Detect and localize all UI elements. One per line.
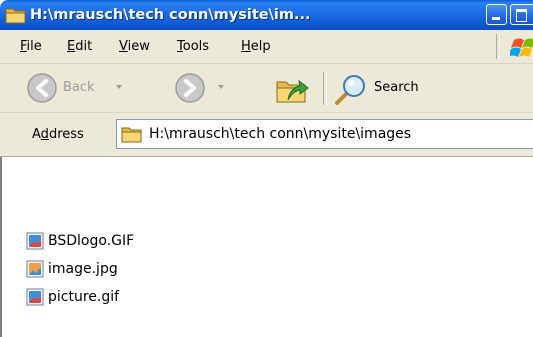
search-icon <box>335 75 365 105</box>
address-label: Address <box>32 113 84 156</box>
forward-button[interactable] <box>170 64 250 112</box>
address-input[interactable]: H:\mrausch\tech conn\mysite\images <box>116 119 533 149</box>
address-label-post: dress <box>48 127 84 142</box>
menu-file[interactable]: File <box>20 30 42 63</box>
gif-file-icon <box>26 288 44 306</box>
file-name: picture.gif <box>48 289 120 305</box>
address-value: H:\mrausch\tech conn\mysite\images <box>149 126 412 142</box>
up-folder-button[interactable] <box>272 64 316 112</box>
up-folder-icon <box>276 79 309 103</box>
folder-icon <box>121 127 142 143</box>
menu-tools[interactable]: Tools <box>177 30 209 63</box>
minimize-button[interactable] <box>486 4 507 25</box>
menu-bar: File Edit View Tools Help <box>0 30 533 64</box>
window-title: H:\mrausch\tech conn\mysite\im... <box>30 7 311 23</box>
address-label-pre: A <box>32 127 41 142</box>
file-name: BSDlogo.GIF <box>48 233 135 249</box>
forward-dropdown-icon <box>218 85 224 89</box>
menu-view-label: iew <box>127 39 150 54</box>
address-label-accel: d <box>40 127 49 142</box>
menu-view-accel: V <box>119 39 128 54</box>
menu-separator <box>496 34 500 59</box>
forward-arrow-icon <box>175 73 205 103</box>
menu-help-label: elp <box>250 39 271 54</box>
back-arrow-icon <box>27 73 57 103</box>
search-button[interactable]: Search <box>334 64 444 112</box>
back-dropdown-icon <box>116 85 122 89</box>
menu-edit-accel: E <box>67 39 76 54</box>
toolbar: Back Search <box>0 64 533 113</box>
menu-edit[interactable]: Edit <box>67 30 92 63</box>
back-button[interactable]: Back <box>20 64 170 112</box>
gif-file-icon <box>26 232 44 250</box>
menu-view[interactable]: View <box>119 30 150 63</box>
menu-file-label: ile <box>26 39 42 54</box>
file-name: image.jpg <box>48 261 118 277</box>
address-bar: Address H:\mrausch\tech conn\mysite\imag… <box>0 113 533 157</box>
toolbar-separator <box>323 72 327 105</box>
menu-help[interactable]: Help <box>241 30 271 63</box>
pane-border <box>0 157 2 337</box>
windows-logo-icon <box>510 38 533 57</box>
title-bar[interactable]: H:\mrausch\tech conn\mysite\im... <box>0 0 533 30</box>
back-label: Back <box>63 80 95 95</box>
search-label: Search <box>374 80 419 95</box>
folder-icon <box>5 8 26 24</box>
jpg-file-icon <box>26 260 44 278</box>
menu-help-accel: H <box>241 39 251 54</box>
menu-tools-label: ools <box>182 39 210 54</box>
menu-edit-label: dit <box>75 39 93 54</box>
maximize-button[interactable] <box>510 4 533 25</box>
